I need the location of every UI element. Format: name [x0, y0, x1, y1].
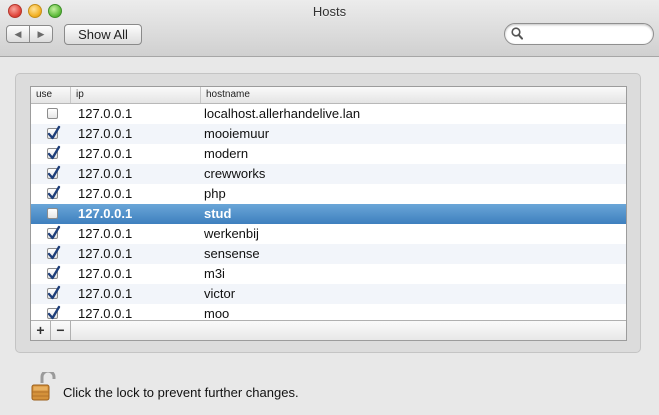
ip-cell: 127.0.0.1 [78, 146, 133, 161]
column-header-use[interactable]: use [31, 87, 71, 103]
ip-cell: 127.0.0.1 [78, 106, 133, 121]
table-row[interactable]: 127.0.0.1 mooiemuur [31, 124, 626, 144]
use-checkbox-checked[interactable] [47, 305, 61, 320]
lock-instruction-text: Click the lock to prevent further change… [63, 385, 299, 400]
column-header-ip[interactable]: ip [71, 87, 201, 103]
table-header: use ip hostname [31, 87, 626, 104]
checkmark-icon [47, 285, 61, 300]
checkmark-icon [47, 305, 61, 320]
use-cell [31, 284, 71, 304]
open-lock-icon[interactable] [28, 372, 58, 402]
use-cell [31, 144, 71, 164]
hostname-cell: crewworks [204, 166, 266, 181]
hostname-cell: php [204, 186, 226, 201]
ip-cell: 127.0.0.1 [78, 286, 133, 301]
back-button[interactable]: ◀ [7, 26, 29, 42]
use-checkbox-checked[interactable] [47, 245, 61, 260]
hosts-table[interactable]: use ip hostname 127.0.0.1 localhost.aller… [30, 86, 627, 341]
use-checkbox-checked[interactable] [47, 165, 61, 180]
table-row[interactable]: 127.0.0.1 werkenbij [31, 224, 626, 244]
search-input[interactable] [527, 26, 651, 43]
table-row[interactable]: 127.0.0.1 stud [31, 204, 626, 224]
hostname-cell: modern [204, 146, 249, 161]
add-host-button[interactable]: + [31, 321, 51, 340]
hostname-cell: sensense [204, 246, 260, 261]
nav-button-group: ◀ ▶ [6, 25, 53, 43]
table-row[interactable]: 127.0.0.1 victor [31, 284, 626, 304]
preference-pane: use ip hostname 127.0.0.1 localhost.aller… [0, 57, 659, 415]
use-checkbox-checked[interactable] [47, 185, 61, 200]
ip-cell: 127.0.0.1 [78, 246, 133, 261]
hostname-cell: victor [204, 286, 236, 301]
hostname-cell: m3i [204, 266, 225, 281]
checkmark-icon [47, 265, 61, 280]
title-bar: Hosts ◀ ▶ Show All [0, 0, 659, 57]
table-row[interactable]: 127.0.0.1 m3i [31, 264, 626, 284]
search-field[interactable] [504, 23, 654, 45]
ip-cell: 127.0.0.1 [78, 166, 133, 181]
use-checkbox-unchecked[interactable] [47, 108, 58, 119]
column-header-hostname[interactable]: hostname [201, 87, 626, 103]
ip-cell: 127.0.0.1 [78, 226, 133, 241]
use-cell [31, 264, 71, 284]
use-cell [31, 224, 71, 244]
table-row[interactable]: 127.0.0.1 crewworks [31, 164, 626, 184]
use-checkbox-checked[interactable] [47, 145, 61, 160]
use-cell [31, 164, 71, 184]
table-row[interactable]: 127.0.0.1 sensense [31, 244, 626, 264]
ip-cell: 127.0.0.1 [78, 206, 133, 221]
hostname-cell: localhost.allerhandelive.lan [204, 106, 361, 121]
checkmark-icon [47, 145, 61, 160]
forward-button[interactable]: ▶ [29, 26, 52, 42]
hostname-cell: stud [204, 206, 232, 221]
ip-cell: 127.0.0.1 [78, 266, 133, 281]
ip-cell: 127.0.0.1 [78, 126, 133, 141]
hostname-cell: werkenbij [204, 226, 259, 241]
use-cell [31, 244, 71, 264]
table-row[interactable]: 127.0.0.1 php [31, 184, 626, 204]
use-checkbox-checked[interactable] [47, 225, 61, 240]
table-row[interactable]: 127.0.0.1 modern [31, 144, 626, 164]
use-checkbox-unchecked[interactable] [47, 208, 58, 219]
show-all-button[interactable]: Show All [64, 24, 142, 45]
checkmark-icon [47, 185, 61, 200]
use-cell [31, 184, 71, 204]
checkmark-icon [47, 245, 61, 260]
use-checkbox-checked[interactable] [47, 125, 61, 140]
checkmark-icon [47, 225, 61, 240]
use-checkbox-checked[interactable] [47, 285, 61, 300]
hosts-panel: use ip hostname 127.0.0.1 localhost.aller… [15, 73, 641, 353]
ip-cell: 127.0.0.1 [78, 186, 133, 201]
checkmark-icon [47, 165, 61, 180]
use-cell [31, 204, 71, 224]
forward-arrow-icon: ▶ [37, 28, 45, 39]
use-cell [31, 124, 71, 144]
back-arrow-icon: ◀ [14, 28, 22, 39]
remove-host-button[interactable]: − [51, 321, 71, 340]
checkmark-icon [47, 125, 61, 140]
table-action-bar: + − [31, 320, 626, 340]
table-row[interactable]: 127.0.0.1 localhost.allerhandelive.lan [31, 104, 626, 124]
window-title: Hosts [312, 4, 347, 19]
hostname-cell: mooiemuur [204, 126, 270, 141]
table-body: 127.0.0.1 localhost.allerhandelive.lan 127… [31, 104, 626, 324]
use-cell [31, 104, 71, 124]
use-checkbox-checked[interactable] [47, 265, 61, 280]
search-icon [511, 27, 523, 40]
